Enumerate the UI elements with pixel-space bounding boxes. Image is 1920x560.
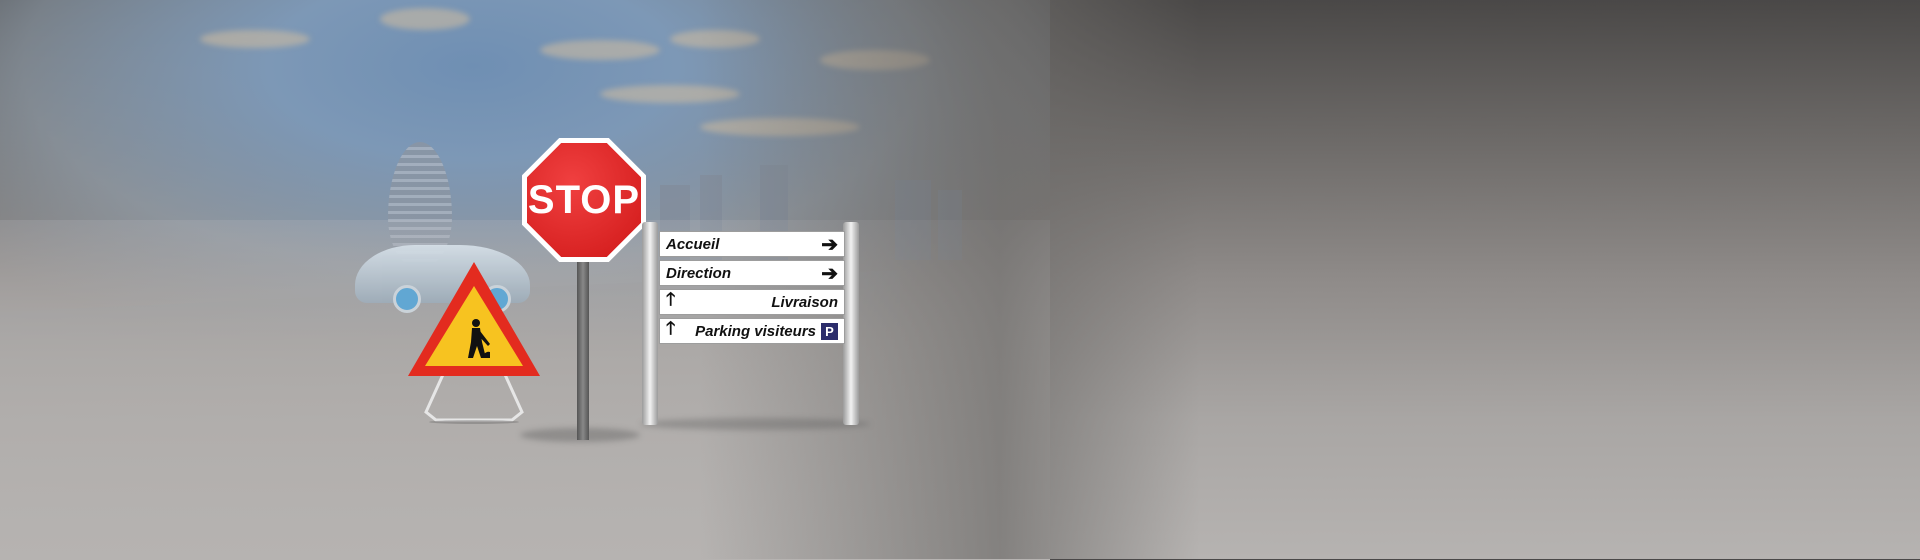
- concept-car: [355, 245, 530, 313]
- parking-icon: P: [821, 322, 838, 340]
- stop-sign-text: STOP: [527, 177, 641, 222]
- sign-tripod: [424, 368, 524, 424]
- cloud: [200, 30, 310, 48]
- arrow-up-icon: 🡑: [666, 289, 676, 309]
- direction-sign-label: Direction: [666, 264, 732, 282]
- road-work-icon: [468, 319, 490, 358]
- arrow-up-icon: 🡑: [666, 318, 676, 338]
- arrow-right-icon: ➔: [821, 233, 838, 256]
- direction-sign-livraison: 🡑 Livraison: [659, 289, 845, 315]
- direction-sign-parking: 🡑 Parking visiteurs P: [659, 318, 845, 344]
- direction-sign-label: Livraison: [771, 293, 838, 311]
- cloud: [540, 40, 660, 60]
- stop-sign-pole: [577, 262, 589, 440]
- cloud: [380, 8, 470, 30]
- arrow-right-icon: ➔: [821, 262, 838, 285]
- stop-sign-face: STOP: [527, 143, 641, 257]
- panel-post-left: [642, 222, 658, 425]
- hero-banner: STOP Accueil ➔ Direction ➔ 🡑 Livraison 🡑…: [0, 0, 1920, 560]
- direction-sign-label: Accueil: [666, 235, 720, 253]
- direction-sign-label: Parking visiteurs: [695, 322, 816, 340]
- direction-sign-direction: Direction ➔: [659, 260, 845, 286]
- car-wheel: [393, 285, 421, 313]
- direction-sign-accueil: Accueil ➔: [659, 231, 845, 257]
- panel-post-right: [843, 222, 859, 425]
- panel-shadow: [640, 418, 870, 430]
